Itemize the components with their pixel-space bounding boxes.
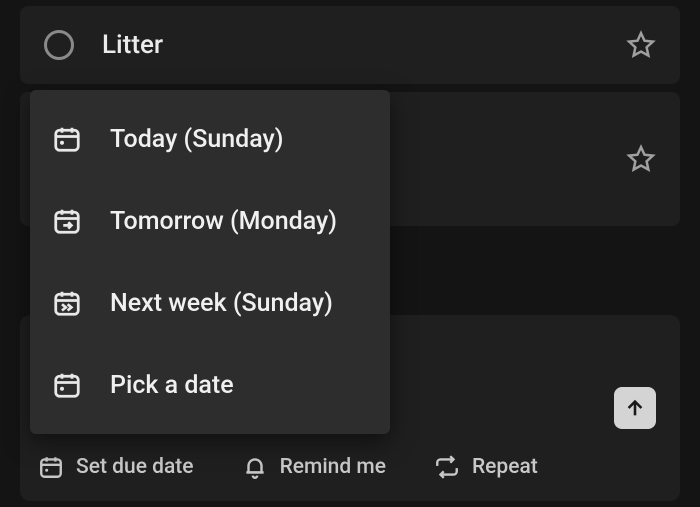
bell-icon <box>242 454 268 480</box>
calendar-icon <box>38 454 64 480</box>
repeat-label: Repeat <box>472 455 538 479</box>
calendar-pick-icon <box>52 370 82 400</box>
repeat-icon <box>434 454 460 480</box>
star-icon[interactable] <box>626 30 656 60</box>
submit-button[interactable] <box>614 387 656 429</box>
remind-me-button[interactable]: Remind me <box>242 454 386 480</box>
repeat-button[interactable]: Repeat <box>434 454 538 480</box>
due-date-today[interactable]: Today (Sunday) <box>30 98 390 180</box>
menu-item-label: Today (Sunday) <box>110 125 284 154</box>
remind-me-label: Remind me <box>280 455 386 479</box>
set-due-date-label: Set due date <box>76 455 194 479</box>
set-due-date-button[interactable]: Set due date <box>38 454 194 480</box>
star-icon[interactable] <box>626 144 656 174</box>
task-checkbox[interactable] <box>44 30 74 60</box>
due-date-next-week[interactable]: Next week (Sunday) <box>30 262 390 344</box>
task-options-toolbar: Set due date Remind me Repeat <box>38 443 662 491</box>
arrow-up-icon <box>624 397 646 419</box>
menu-item-label: Tomorrow (Monday) <box>110 207 337 236</box>
due-date-pick[interactable]: Pick a date <box>30 344 390 426</box>
calendar-today-icon <box>52 124 82 154</box>
calendar-next-week-icon <box>52 288 82 318</box>
due-date-menu: Today (Sunday) Tomorrow (Monday) Next we… <box>30 90 390 434</box>
menu-item-label: Pick a date <box>110 371 234 400</box>
menu-item-label: Next week (Sunday) <box>110 289 333 318</box>
task-row[interactable]: Litter <box>20 6 680 84</box>
calendar-tomorrow-icon <box>52 206 82 236</box>
due-date-tomorrow[interactable]: Tomorrow (Monday) <box>30 180 390 262</box>
task-title: Litter <box>102 30 163 60</box>
